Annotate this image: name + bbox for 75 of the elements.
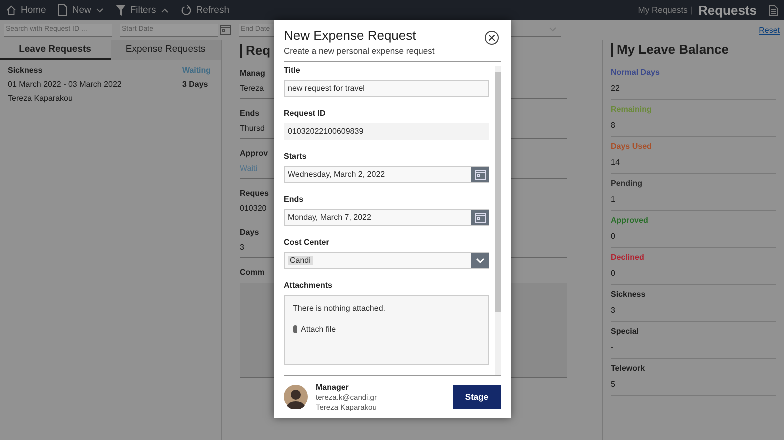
close-icon [489,35,495,41]
scrollbar[interactable] [495,66,501,375]
document-icon [58,4,68,16]
field-label: Title [284,66,302,75]
cost-center-select[interactable]: Candi [284,252,489,269]
request-type[interactable]: Sickness [8,66,182,75]
balance-value: 1 [611,195,776,211]
close-button[interactable] [485,31,499,45]
balance-value: 0 [611,232,776,248]
refresh-icon [181,4,192,16]
field-label: Manag [240,69,266,78]
requester-name: Tereza Kaparakou [8,94,74,103]
balance-value: 14 [611,158,776,174]
request-id-value: 01032022100609839 [284,123,489,140]
field-label: Request ID [284,109,327,118]
title-field[interactable]: new request for travel [284,80,489,97]
caret-icon [549,27,558,32]
request-duration: 3 Days [182,80,210,89]
field-value: Tereza [240,84,264,93]
reset-link[interactable]: Reset [759,26,780,34]
balance-label: Telework [611,363,646,375]
dialog-subtitle: Create a new personal expense request [284,46,435,56]
field-value: 3 [240,243,244,252]
field-value: 010320 [240,204,267,213]
empty-message: There is nothing attached. [293,304,387,313]
field-label: Approv [240,149,268,158]
status-label: Waiting [182,66,212,75]
toolbar-button[interactable]: Filters [116,4,170,16]
request-dates: 01 March 2022 - 03 March 2022 [8,80,123,89]
toolbar-button[interactable]: Refresh [181,4,230,16]
field-label: Comm [240,268,265,277]
field-label: Days [240,228,260,237]
balance-label: Remaining [611,104,652,116]
tab[interactable]: Leave Requests [0,40,111,60]
section-title: My Leave Balance [611,43,776,57]
field-value: Thursd [240,124,265,133]
toolbar-button[interactable]: New [58,4,104,16]
balance-label: Pending [611,178,643,190]
tab[interactable]: Expense Requests [110,40,222,60]
balance-value: 3 [611,306,776,322]
balance-value: - [611,343,776,359]
balance-label: Sickness [611,289,646,301]
field-label: Attachments [284,281,334,290]
balance-value: 8 [611,121,776,137]
balance-value: 22 [611,84,776,100]
field-value: Waiti [240,164,258,173]
home-icon [6,4,17,16]
date-field[interactable]: Monday, March 7, 2022 [284,209,489,226]
date-field[interactable]: Wednesday, March 2, 2022 [284,166,489,183]
field-label: Ends [284,195,305,204]
balance-label: Normal Days [611,67,660,79]
balance-label: Declined [611,252,644,264]
stage-button[interactable]: Stage [453,385,501,409]
field-label: Ends [240,109,260,118]
attach-file-button[interactable]: Attach file [293,325,336,334]
field-label: Cost Center [284,238,330,247]
document-icon [769,4,778,16]
breadcrumb-link[interactable]: My Requests | [638,5,692,15]
toolbar-button[interactable]: Home [6,4,46,16]
avatar [284,385,308,409]
balance-label: Special [611,326,640,338]
filter-icon [116,4,126,16]
balance-label: Days Used [611,141,652,153]
balance-label: Approved [611,215,648,227]
calendar-icon[interactable] [471,210,489,225]
page-title: Requests [698,2,757,18]
chevron-down-icon[interactable] [471,253,489,268]
calendar-icon[interactable] [220,25,231,35]
manager-role: Manager [316,382,350,392]
paperclip-icon [293,325,298,334]
field-label: Reques [240,189,269,198]
balance-value: 5 [611,380,776,396]
calendar-icon[interactable] [471,167,489,182]
balance-value: 0 [611,269,776,285]
field-label: Starts [284,152,308,161]
